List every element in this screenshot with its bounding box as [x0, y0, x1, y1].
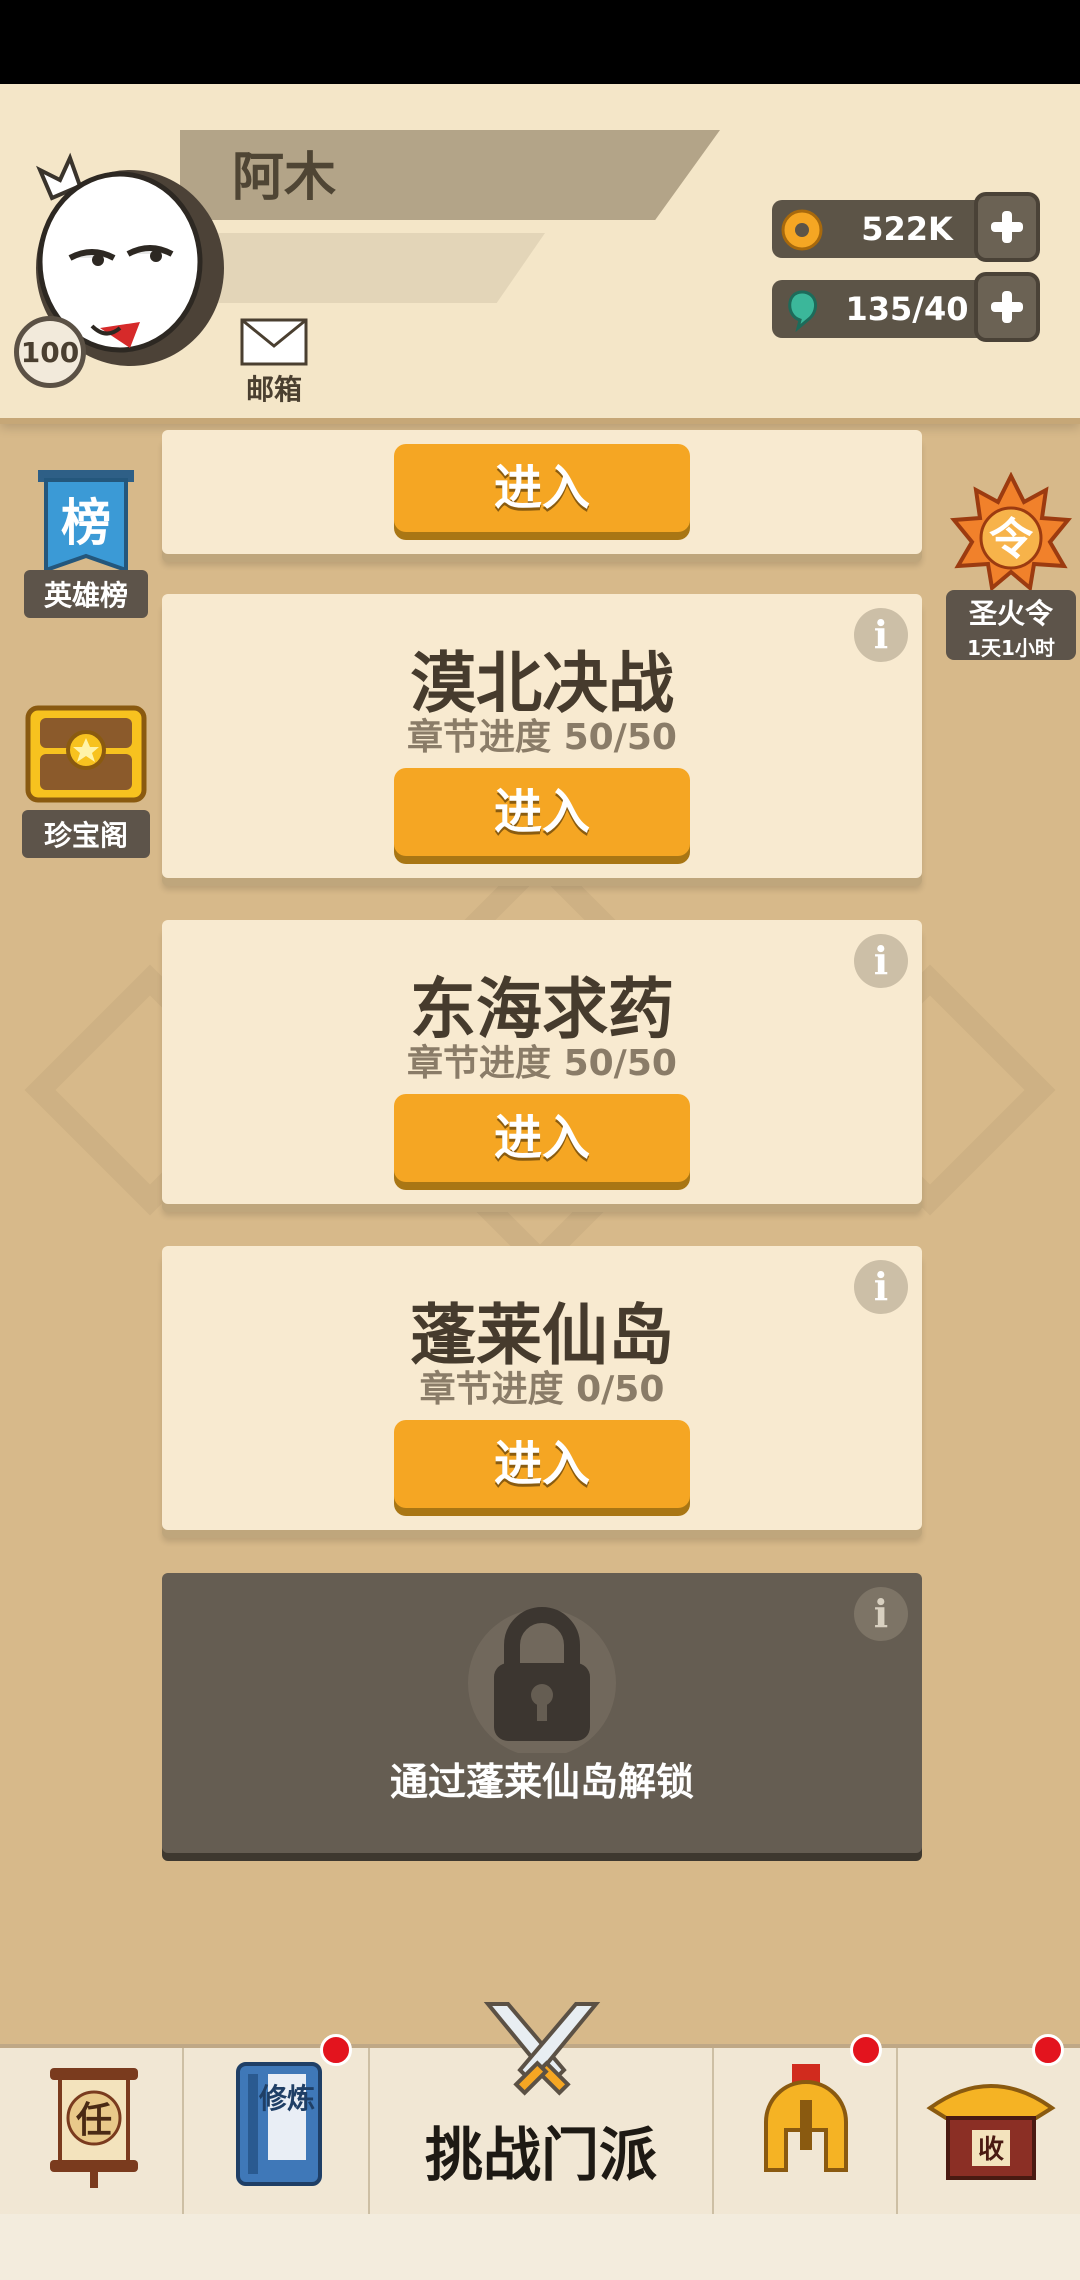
chapter-card-previous: 进入 — [162, 430, 922, 554]
token-timer: 1天1小时 — [967, 636, 1055, 660]
coin-amount: 522K — [861, 210, 953, 248]
enter-button[interactable]: 进入 — [394, 768, 690, 856]
envelope-icon — [240, 318, 308, 366]
bottom-navigation: 任 修炼 挑战门派 收 — [0, 2002, 1080, 2214]
add-coins-button[interactable] — [974, 192, 1040, 262]
coin-counter: 522K — [772, 192, 1040, 262]
notification-dot — [1032, 2034, 1064, 2066]
nav-training[interactable]: 修炼 — [184, 2034, 370, 2214]
system-nav-area — [0, 2214, 1080, 2280]
chapter-progress: 章节进度 50/50 — [407, 1043, 677, 1084]
treasure-pavilion-button[interactable]: 珍宝阁 — [22, 688, 150, 858]
shop-icon-text: 收 — [978, 2135, 1004, 2165]
chapter-card-locked: i 通过蓬莱仙岛解锁 — [162, 1573, 922, 1853]
challenge-sect-label: 挑战门派 — [424, 2121, 657, 2189]
training-book-icon: 修炼 — [236, 2062, 322, 2186]
nav-tasks[interactable]: 任 — [0, 2048, 184, 2214]
helmet-icon — [764, 2064, 848, 2172]
mail-label: 邮箱 — [245, 373, 302, 406]
hero-ranking-button[interactable]: 榜 英雄榜 — [24, 470, 148, 618]
flame-token-icon: 令 — [950, 471, 1072, 592]
nav-collection[interactable]: 收 — [898, 2034, 1080, 2214]
enter-button[interactable]: 进入 — [394, 1420, 690, 1508]
lock-icon — [468, 1607, 616, 1753]
hero-ranking-label: 英雄榜 — [24, 570, 148, 618]
chapter-card-penglai: i 蓬莱仙岛 章节进度 0/50 进入 — [162, 1246, 922, 1530]
train-icon-text: 修炼 — [258, 2082, 315, 2115]
treasure-pavilion-label: 珍宝阁 — [22, 810, 150, 858]
notification-dot — [320, 2034, 352, 2066]
enter-button[interactable]: 进入 — [394, 444, 690, 532]
task-scroll-icon: 任 — [50, 2068, 138, 2188]
enter-button[interactable]: 进入 — [394, 1094, 690, 1182]
holy-flame-token-button[interactable]: 令 圣火令 1天1小时 — [946, 471, 1076, 664]
nav-equipment[interactable] — [714, 2034, 898, 2214]
info-icon[interactable]: i — [854, 1587, 908, 1641]
player-name: 阿木 — [232, 148, 337, 208]
chapter-card-donghai: i 东海求药 章节进度 50/50 进入 — [162, 920, 922, 1204]
chapter-card-mobei: i 漠北决战 章节进度 50/50 进入 — [162, 594, 922, 878]
ranking-icon-text: 榜 — [61, 494, 111, 552]
unlock-hint: 通过蓬莱仙岛解锁 — [389, 1760, 694, 1804]
chapter-progress: 章节进度 0/50 — [419, 1369, 665, 1410]
status-bar — [0, 0, 1080, 84]
ranking-banner-icon: 榜 — [38, 470, 134, 573]
mail-button[interactable]: 邮箱 — [236, 318, 312, 410]
token-label-box: 圣火令 1天1小时 — [946, 590, 1076, 660]
coin-icon — [781, 209, 823, 251]
nav-challenge-sect[interactable]: 挑战门派 — [370, 2002, 714, 2214]
mail-banner — [200, 233, 545, 303]
chapter-progress: 章节进度 50/50 — [407, 717, 677, 758]
level-badge: 100 — [14, 316, 86, 388]
add-gems-button[interactable] — [974, 272, 1040, 342]
notification-dot — [850, 2034, 882, 2066]
crossed-swords-icon — [483, 2002, 601, 2096]
pavilion-icon: 收 — [926, 2084, 1056, 2180]
gem-amount: 135/40 — [845, 290, 969, 328]
token-icon-text: 令 — [989, 514, 1034, 565]
task-icon-text: 任 — [76, 2100, 112, 2141]
token-label: 圣火令 — [968, 597, 1053, 630]
treasure-chest-icon — [25, 705, 147, 803]
gem-counter: 135/40 — [772, 272, 1040, 342]
spirit-gem-icon — [788, 290, 818, 332]
